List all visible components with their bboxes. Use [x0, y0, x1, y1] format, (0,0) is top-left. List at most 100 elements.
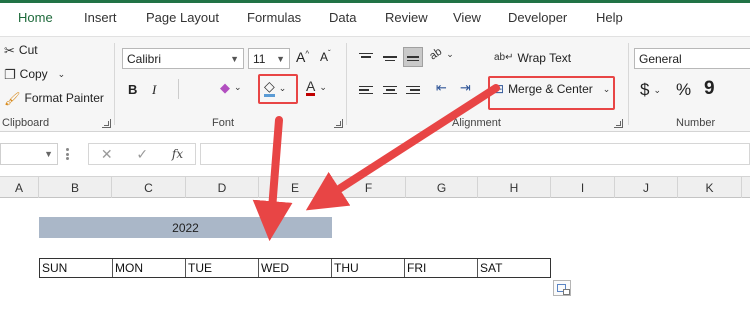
- alignment-launcher-icon[interactable]: [614, 119, 623, 128]
- top-align-button[interactable]: [356, 47, 376, 67]
- grow-font-icon: A^: [296, 49, 310, 65]
- divider: [346, 43, 347, 125]
- clear-format-button[interactable]: ◆ ⌄: [220, 81, 242, 94]
- font-name-value: Calibri: [127, 51, 162, 66]
- decrease-font-size-button[interactable]: Aˇ: [320, 49, 331, 64]
- cut-label: Cut: [18, 43, 38, 57]
- middle-align-button[interactable]: [380, 47, 400, 67]
- wrap-text-icon: ab↵: [494, 52, 514, 63]
- table-cell[interactable]: SAT: [478, 259, 550, 277]
- table-cell[interactable]: WED: [259, 259, 332, 277]
- chevron-down-icon: ⌄: [319, 82, 327, 92]
- column-header[interactable]: I: [551, 177, 615, 198]
- wrap-text-button[interactable]: ab↵ Wrap Text: [494, 51, 571, 65]
- font-group-label: Font: [212, 117, 235, 129]
- clipboard-group-label: Clipboard: [2, 117, 50, 129]
- bottom-align-button[interactable]: [403, 47, 423, 67]
- divider: [628, 43, 629, 125]
- copy-label: Copy: [19, 67, 48, 81]
- alignment-group-label: Alignment: [452, 117, 501, 129]
- align-center-button[interactable]: [380, 80, 400, 100]
- accounting-format-button[interactable]: $ ⌄: [640, 80, 661, 100]
- format-painter-label: Format Painter: [24, 91, 104, 105]
- merge-center-highlight: [488, 76, 615, 110]
- scissors-icon: ✂: [4, 42, 15, 58]
- formula-input[interactable]: [200, 143, 750, 165]
- table-cell[interactable]: MON: [113, 259, 186, 277]
- tab-home[interactable]: Home: [18, 10, 53, 25]
- ribbon: ✂ Cut ❐ Copy ⌄ 🖌 Format Painter Clipboar…: [0, 36, 750, 132]
- increase-indent-button[interactable]: ⇥: [460, 81, 471, 94]
- merged-cell-title[interactable]: 2022: [39, 217, 332, 238]
- tab-review[interactable]: Review: [385, 10, 428, 25]
- column-header[interactable]: C: [112, 177, 186, 198]
- table-cell[interactable]: TUE: [186, 259, 259, 277]
- chevron-down-icon: ⌄: [446, 49, 454, 59]
- title-accent-bar: [0, 0, 750, 3]
- formula-bar: ▼ ✕ ✓ fx: [0, 142, 750, 168]
- table-cell[interactable]: SUN: [40, 259, 113, 277]
- column-header[interactable]: B: [39, 177, 112, 198]
- bold-button[interactable]: B: [128, 82, 137, 97]
- font-color-icon: A: [306, 78, 316, 96]
- tab-formulas[interactable]: Formulas: [247, 10, 301, 25]
- italic-button[interactable]: I: [152, 82, 156, 98]
- chevron-down-icon: ▼: [230, 53, 239, 64]
- column-header[interactable]: H: [478, 177, 551, 198]
- enter-icon[interactable]: ✓: [136, 146, 148, 163]
- eraser-icon: ◆: [220, 80, 230, 95]
- more-options-icon[interactable]: [66, 148, 69, 160]
- tab-page-layout[interactable]: Page Layout: [146, 10, 219, 25]
- tab-data[interactable]: Data: [329, 10, 356, 25]
- paintbrush-icon: 🖌: [4, 90, 21, 106]
- comma-style-button[interactable]: 9: [704, 78, 715, 100]
- tab-help[interactable]: Help: [596, 10, 623, 25]
- weekday-row: SUN MON TUE WED THU FRI SAT: [39, 258, 551, 278]
- column-header[interactable]: K: [678, 177, 742, 198]
- copy-icon: ❐: [4, 66, 16, 82]
- decrease-indent-button[interactable]: ⇤: [436, 81, 447, 94]
- chevron-down-icon: ⌄: [234, 82, 242, 92]
- font-name-combo[interactable]: Calibri ▼: [122, 48, 244, 69]
- indent-icon: ⇥: [460, 80, 471, 95]
- shrink-font-icon: Aˇ: [320, 49, 331, 64]
- copy-button[interactable]: ❐ Copy ⌄: [4, 67, 65, 81]
- column-header[interactable]: D: [186, 177, 259, 198]
- orientation-icon: ab: [427, 45, 445, 63]
- column-header[interactable]: G: [406, 177, 478, 198]
- align-left-button[interactable]: [356, 80, 376, 100]
- column-header[interactable]: E: [259, 177, 332, 198]
- number-format-value: General: [639, 51, 682, 66]
- tab-developer[interactable]: Developer: [508, 10, 567, 25]
- percent-style-button[interactable]: %: [676, 80, 691, 100]
- chevron-down-icon: ▼: [276, 53, 285, 64]
- font-color-button[interactable]: A ⌄: [306, 79, 327, 96]
- insert-function-button[interactable]: fx: [172, 147, 183, 161]
- quick-analysis-icon[interactable]: [553, 280, 571, 296]
- chevron-down-icon: ⌄: [57, 68, 66, 79]
- format-painter-button[interactable]: 🖌 Format Painter: [4, 91, 104, 105]
- ribbon-tabs: Home Insert Page Layout Formulas Data Re…: [0, 6, 750, 40]
- tab-insert[interactable]: Insert: [84, 10, 117, 25]
- formula-buttons: ✕ ✓ fx: [88, 143, 196, 165]
- tab-view[interactable]: View: [453, 10, 481, 25]
- cut-button[interactable]: ✂ Cut: [4, 43, 38, 57]
- table-cell[interactable]: FRI: [405, 259, 478, 277]
- orientation-button[interactable]: ab ⌄: [427, 45, 454, 63]
- cancel-icon[interactable]: ✕: [101, 146, 113, 163]
- outdent-icon: ⇤: [436, 80, 447, 95]
- font-size-combo[interactable]: 11 ▼: [248, 48, 290, 69]
- currency-icon: $: [640, 80, 650, 99]
- increase-font-size-button[interactable]: A^: [296, 49, 309, 65]
- fill-color-highlight: [258, 74, 298, 104]
- name-box[interactable]: ▼: [0, 143, 58, 165]
- column-header[interactable]: A: [0, 177, 39, 198]
- table-cell[interactable]: THU: [332, 259, 405, 277]
- font-launcher-icon[interactable]: [334, 119, 343, 128]
- column-header[interactable]: F: [332, 177, 406, 198]
- number-format-combo[interactable]: General: [634, 48, 750, 69]
- chevron-down-icon: ▼: [44, 149, 53, 159]
- align-right-button[interactable]: [403, 80, 423, 100]
- column-header[interactable]: J: [615, 177, 678, 198]
- clipboard-launcher-icon[interactable]: [102, 119, 111, 128]
